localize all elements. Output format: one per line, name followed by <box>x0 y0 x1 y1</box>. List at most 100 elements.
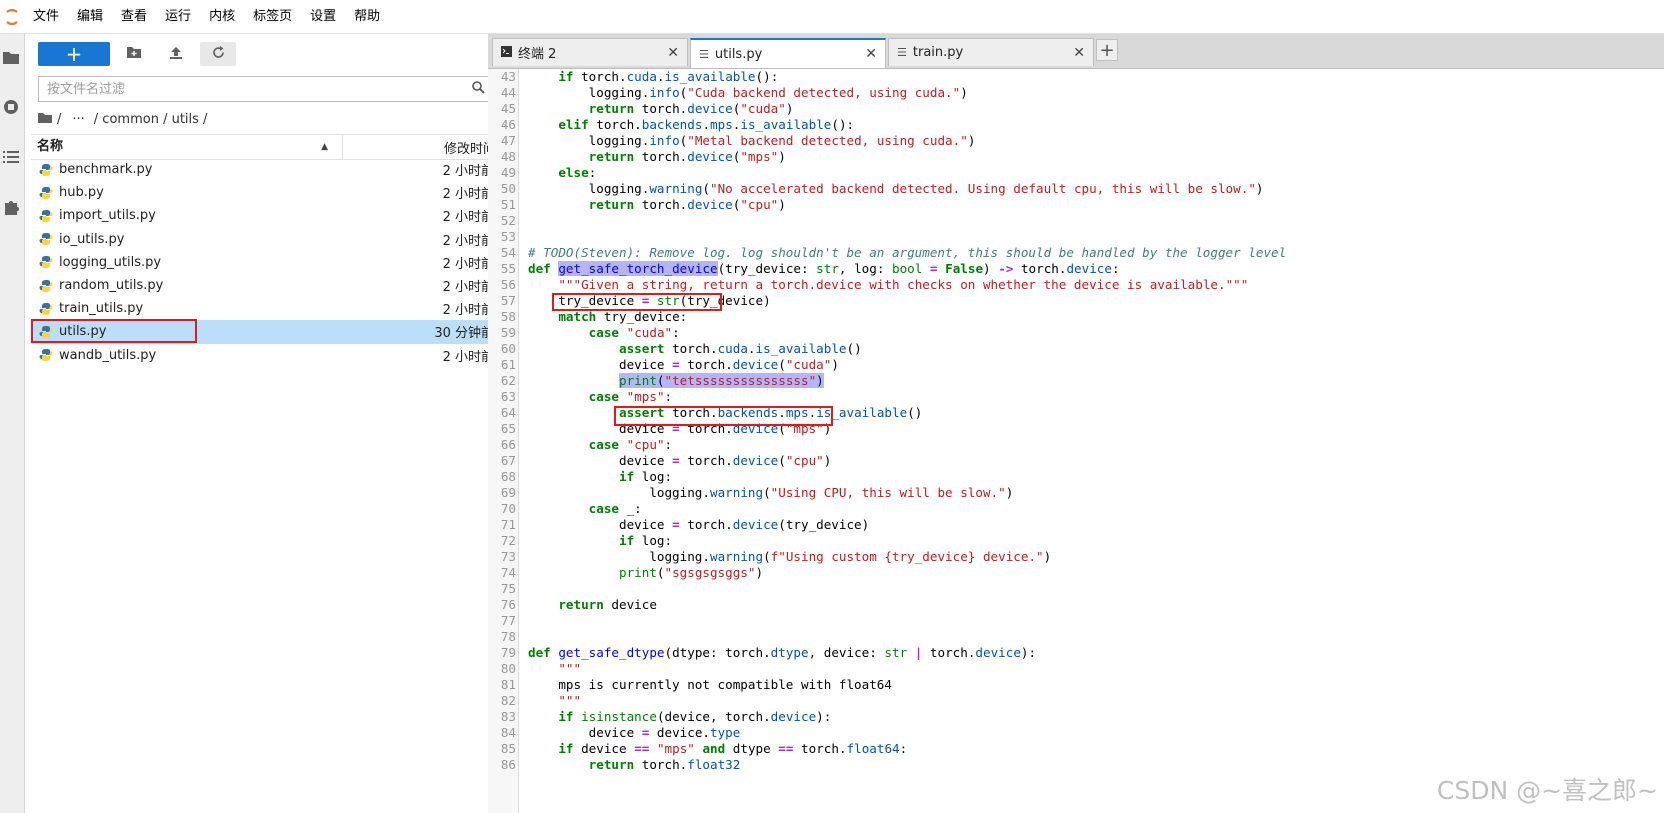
code-line[interactable]: 63 case "mps": <box>488 389 1664 405</box>
list-item[interactable]: io_utils.py 2 小时前 <box>31 228 502 251</box>
code-text: device = torch.device("cpu") <box>528 453 832 468</box>
code-line[interactable]: 64 assert torch.backends.mps.is_availabl… <box>488 405 1664 421</box>
breadcrumb-ellipsis[interactable]: ··· <box>72 112 84 127</box>
code-line[interactable]: 75 <box>488 581 1664 597</box>
menu-edit[interactable]: 编辑 <box>68 0 112 33</box>
code-line[interactable]: 70 case _: <box>488 501 1664 517</box>
file-filter-input[interactable] <box>39 80 472 98</box>
code-line[interactable]: 69 logging.warning("Using CPU, this will… <box>488 485 1664 501</box>
code-line[interactable]: 68 if log: <box>488 469 1664 485</box>
folder-icon[interactable] <box>0 46 22 68</box>
code-line[interactable]: 74 print("sgsgsgsggs") <box>488 565 1664 581</box>
code-line[interactable]: 57 try_device = str(try_device) <box>488 293 1664 309</box>
code-line[interactable]: 77 <box>488 613 1664 629</box>
code-line[interactable]: 60 assert torch.cuda.is_available() <box>488 341 1664 357</box>
add-tab-button[interactable]: + <box>1096 39 1118 61</box>
code-text: case _: <box>588 501 642 516</box>
code-line[interactable]: 80 """ <box>488 661 1664 677</box>
code-line[interactable]: 55 def get_safe_torch_device(try_device: … <box>488 261 1664 277</box>
code-line[interactable]: 61 device = torch.device("cuda") <box>488 357 1664 373</box>
close-icon[interactable]: ✕ <box>1073 45 1085 61</box>
code-line[interactable]: 81 mps is currently not compatible with … <box>488 677 1664 693</box>
code-line[interactable]: 79 def get_safe_dtype(dtype: torch.dtype,… <box>488 645 1664 661</box>
list-item-selected[interactable]: utils.py 30 分钟前 <box>31 319 502 344</box>
code-line[interactable]: 67 device = torch.device("cpu") <box>488 453 1664 469</box>
extensions-puzzle-icon[interactable] <box>0 196 22 218</box>
line-number: 50 <box>500 181 516 196</box>
menu-kernel[interactable]: 内核 <box>200 0 244 33</box>
code-line[interactable]: 56 """Given a string, return a torch.dev… <box>488 277 1664 293</box>
running-kernels-icon[interactable] <box>0 96 22 118</box>
code-line[interactable]: 73 logging.warning(f"Using custom {try_d… <box>488 549 1664 565</box>
code-editor[interactable]: 43 if torch.cuda.is_available(): 44 loggi… <box>488 69 1664 813</box>
code-line[interactable]: 66 case "cpu": <box>488 437 1664 453</box>
code-line[interactable]: 65 device = torch.device("mps") <box>488 421 1664 437</box>
code-line[interactable]: 48 return torch.device("mps") <box>488 149 1664 165</box>
table-of-contents-icon[interactable] <box>0 146 22 168</box>
menu-view[interactable]: 查看 <box>112 0 156 33</box>
list-item[interactable]: benchmark.py 2 小时前 <box>31 158 502 181</box>
menu-file[interactable]: 文件 <box>24 0 68 33</box>
code-text: assert torch.cuda.is_available() <box>619 341 862 356</box>
close-icon[interactable]: ✕ <box>667 45 679 61</box>
tab-train-py[interactable]: ☰ train.py ✕ <box>888 38 1094 66</box>
menu-settings[interactable]: 设置 <box>301 0 345 33</box>
name-column-header[interactable]: 名称 ▲ <box>31 135 343 159</box>
code-line[interactable]: 71 device = torch.device(try_device) <box>488 517 1664 533</box>
code-line[interactable]: 45 return torch.device("cuda") <box>488 101 1664 117</box>
code-line[interactable]: 83 if isinstance(device, torch.device): <box>488 709 1664 725</box>
code-line[interactable]: 72 if log: <box>488 533 1664 549</box>
upload-button[interactable] <box>158 42 194 66</box>
file-filter-field[interactable] <box>38 76 494 102</box>
file-name: hub.py <box>59 185 104 201</box>
code-text: case "mps": <box>588 389 673 404</box>
code-line[interactable]: 84 device = device.type <box>488 725 1664 741</box>
code-line[interactable]: 47 logging.info("Metal backend detected,… <box>488 133 1664 149</box>
code-line[interactable]: 85 if device == "mps" and dtype == torch… <box>488 741 1664 757</box>
tab-terminal-2[interactable]: 终端 2 ✕ <box>492 38 688 66</box>
list-item[interactable]: hub.py 2 小时前 <box>31 181 502 204</box>
editor-area: 终端 2 ✕ ☰ utils.py ✕ ☰ train.py ✕ + 43 if… <box>488 34 1664 813</box>
code-line[interactable]: 78 <box>488 629 1664 645</box>
new-folder-button[interactable] <box>116 42 152 66</box>
file-list: benchmark.py 2 小时前 hub.py 2 小时前 import_u… <box>31 158 502 367</box>
list-item[interactable]: train_utils.py 2 小时前 <box>31 297 502 320</box>
code-line[interactable]: 49 else: <box>488 165 1664 181</box>
code-line[interactable]: 82 """ <box>488 693 1664 709</box>
menu-tabs[interactable]: 标签页 <box>244 0 301 33</box>
line-number: 65 <box>500 421 516 436</box>
breadcrumb-path[interactable]: / common / utils / <box>94 112 208 127</box>
line-number: 68 <box>500 469 516 484</box>
home-folder-icon[interactable] <box>38 112 52 127</box>
line-number: 48 <box>500 149 516 164</box>
code-line[interactable]: 59 case "cuda": <box>488 325 1664 341</box>
menu-run[interactable]: 运行 <box>156 0 200 33</box>
breadcrumb: / ··· / common / utils / <box>38 110 207 128</box>
tab-utils-py[interactable]: ☰ utils.py ✕ <box>690 38 886 68</box>
code-line[interactable]: 54 # TODO(Steven): Remove log. log should… <box>488 245 1664 261</box>
breadcrumb-root[interactable]: / <box>57 112 61 127</box>
code-line[interactable]: 58 match try_device: <box>488 309 1664 325</box>
code-line[interactable]: 50 logging.warning("No accelerated backe… <box>488 181 1664 197</box>
refresh-button[interactable] <box>200 42 236 66</box>
menu-help[interactable]: 帮助 <box>345 0 389 33</box>
list-item[interactable]: random_utils.py 2 小时前 <box>31 274 502 297</box>
code-text: logging.info("Metal backend detected, us… <box>528 133 976 148</box>
code-line[interactable]: 51 return torch.device("cpu") <box>488 197 1664 213</box>
code-line[interactable]: 52 <box>488 213 1664 229</box>
list-item[interactable]: import_utils.py 2 小时前 <box>31 204 502 227</box>
code-text: case "cuda": <box>588 325 680 340</box>
code-line[interactable]: 43 if torch.cuda.is_available(): <box>488 69 1664 85</box>
list-item[interactable]: wandb_utils.py 2 小时前 <box>31 344 502 367</box>
code-line[interactable]: 76 return device <box>488 597 1664 613</box>
new-launcher-button[interactable]: + <box>38 42 110 66</box>
code-line[interactable]: 62 print("tetsssssssssssssss") <box>488 373 1664 389</box>
close-icon[interactable]: ✕ <box>865 46 877 62</box>
code-text: """ <box>558 661 582 676</box>
modified-column-header[interactable]: 修改时间 <box>343 138 502 157</box>
list-item[interactable]: logging_utils.py 2 小时前 <box>31 251 502 274</box>
code-line[interactable]: 46 elif torch.backends.mps.is_available(… <box>488 117 1664 133</box>
line-number: 54 <box>500 245 516 260</box>
code-line[interactable]: 44 logging.info("Cuda backend detected, … <box>488 85 1664 101</box>
code-line[interactable]: 53 <box>488 229 1664 245</box>
